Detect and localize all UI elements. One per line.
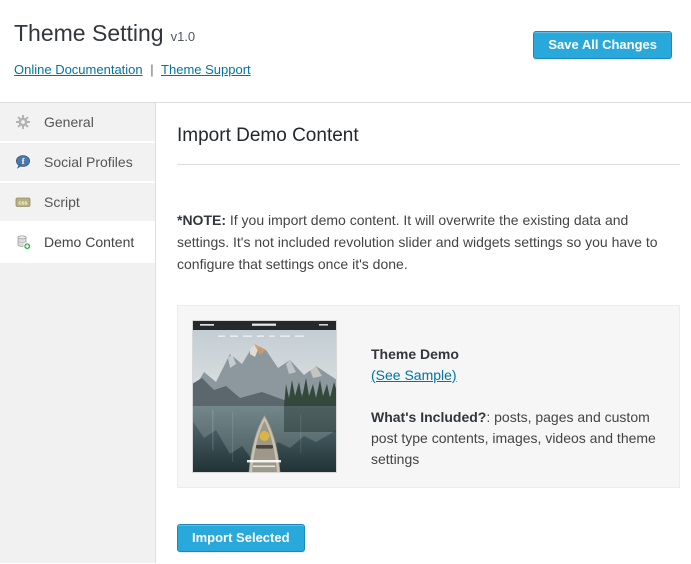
whats-included-label: What's Included? xyxy=(371,409,486,425)
facebook-bubble-icon: f xyxy=(15,154,31,170)
css-badge-icon: css xyxy=(15,194,31,210)
sidebar-item-label: Script xyxy=(44,194,80,210)
link-separator: | xyxy=(150,62,153,77)
demo-content-box: Theme Demo (See Sample) What's Included?… xyxy=(177,305,680,488)
page-title: Theme Setting xyxy=(14,20,164,47)
heading-divider xyxy=(177,164,680,165)
see-sample-link[interactable]: (See Sample) xyxy=(371,365,457,386)
sidebar-item-general[interactable]: General xyxy=(0,103,155,141)
svg-text:f: f xyxy=(22,156,25,166)
sidebar-item-label: Social Profiles xyxy=(44,154,133,170)
section-heading: Import Demo Content xyxy=(177,125,680,147)
doc-links: Online Documentation | Theme Support xyxy=(14,62,673,77)
page-header: Theme Setting v1.0 Save All Changes Onli… xyxy=(0,0,691,103)
version-label: v1.0 xyxy=(171,29,196,44)
theme-support-link[interactable]: Theme Support xyxy=(161,62,251,77)
whats-included-text: What's Included?: posts, pages and custo… xyxy=(371,407,665,470)
sidebar-item-label: Demo Content xyxy=(44,234,134,250)
note-label: *NOTE: xyxy=(177,212,226,228)
save-all-changes-button[interactable]: Save All Changes xyxy=(533,31,672,59)
sidebar-filler xyxy=(0,263,155,563)
svg-text:css: css xyxy=(18,201,27,207)
sidebar-item-label: General xyxy=(44,114,94,130)
demo-info: Theme Demo (See Sample) What's Included?… xyxy=(371,320,665,473)
sidebar-item-demo-content[interactable]: Demo Content xyxy=(0,223,155,261)
gear-icon xyxy=(15,114,31,130)
sidebar-item-social-profiles[interactable]: f Social Profiles xyxy=(0,143,155,181)
settings-sidebar: General f Social Profiles css Script xyxy=(0,103,156,563)
database-add-icon xyxy=(15,234,31,250)
import-note: *NOTE: If you import demo content. It wi… xyxy=(177,209,680,275)
demo-title: Theme Demo xyxy=(371,344,665,365)
import-selected-button[interactable]: Import Selected xyxy=(177,524,305,552)
note-text: If you import demo content. It will over… xyxy=(177,212,658,272)
sidebar-item-script[interactable]: css Script xyxy=(0,183,155,221)
main-content: Import Demo Content *NOTE: If you import… xyxy=(156,103,691,563)
online-documentation-link[interactable]: Online Documentation xyxy=(14,62,143,77)
theme-demo-thumbnail xyxy=(192,320,337,473)
